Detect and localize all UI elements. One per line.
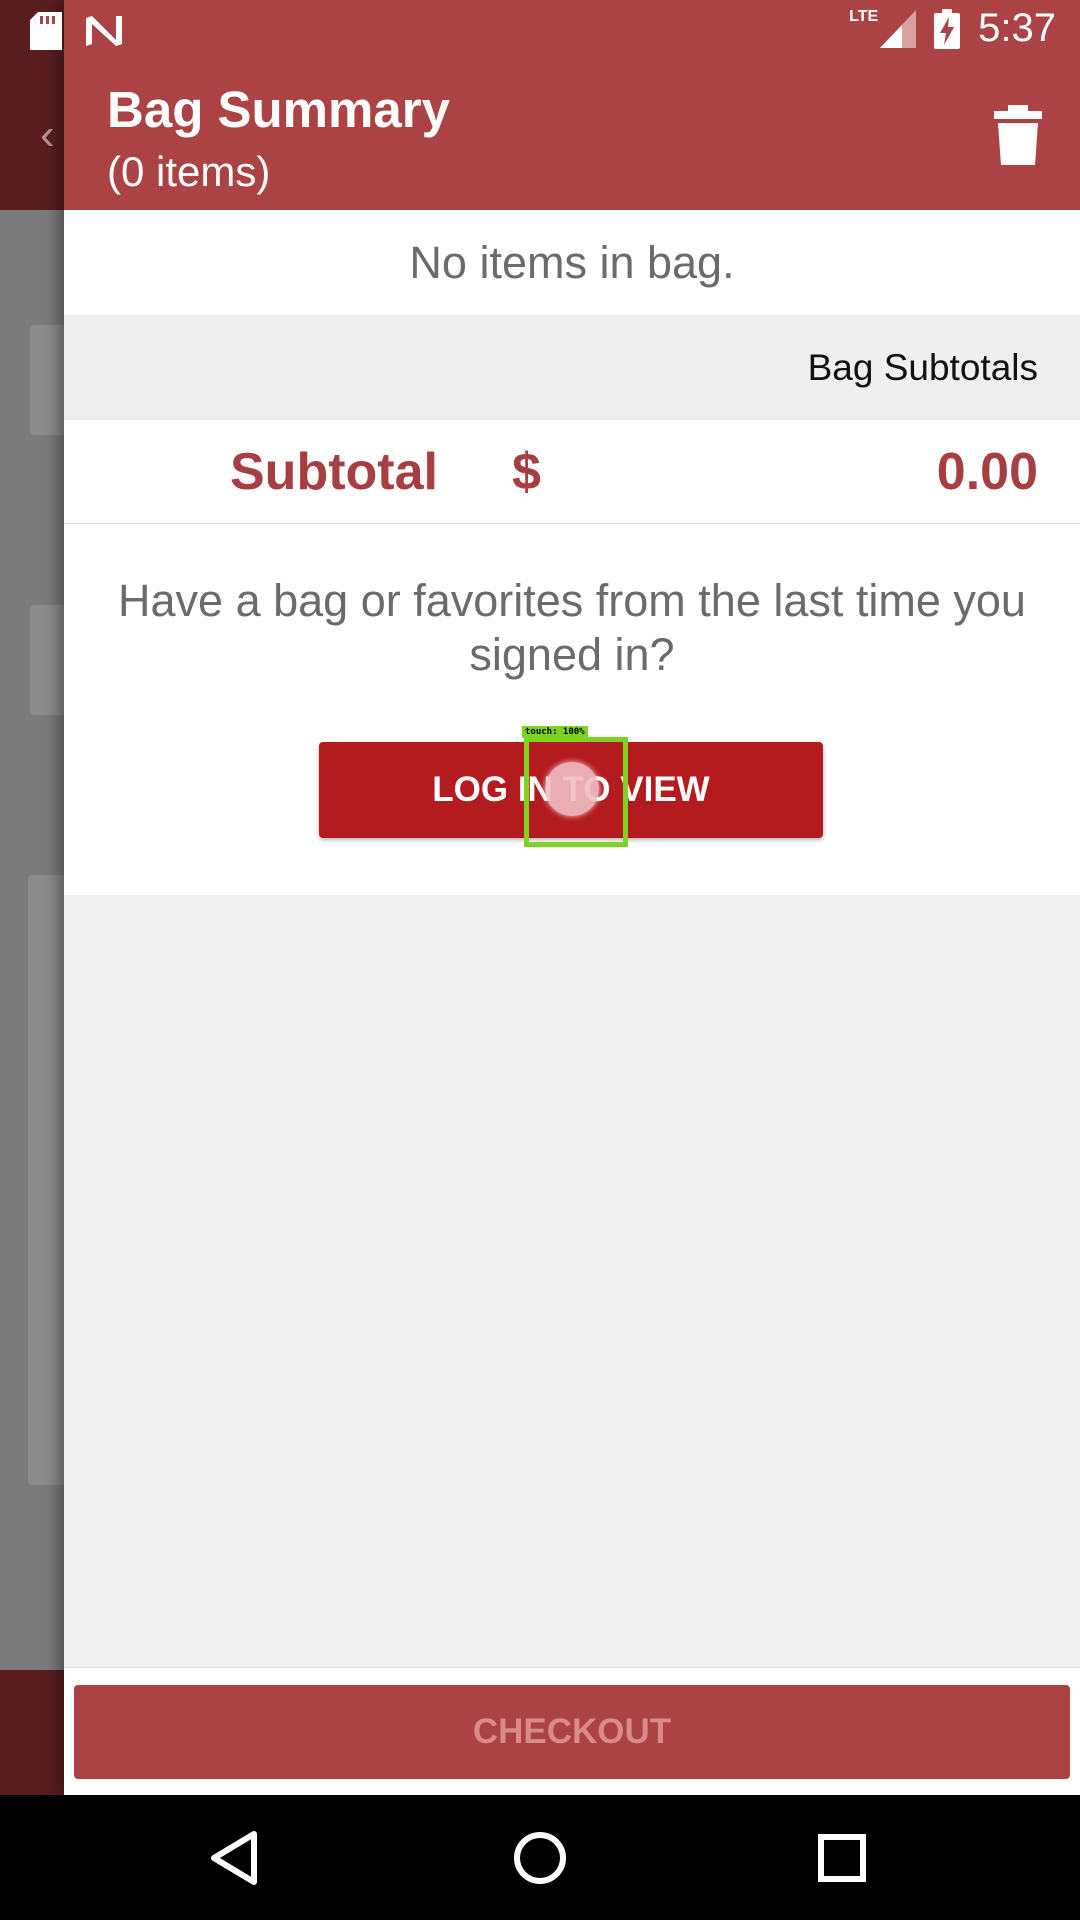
home-icon xyxy=(514,1832,566,1884)
clear-bag-button[interactable] xyxy=(990,105,1046,165)
status-bar: LTE 5:37 xyxy=(0,0,1080,63)
empty-bag-message: No items in bag. xyxy=(64,210,1080,315)
touch-target-box xyxy=(524,737,628,847)
drawer-empty-area xyxy=(64,895,1080,1667)
item-count: (0 items) xyxy=(107,148,271,195)
recents-icon xyxy=(818,1834,866,1882)
n-logo-icon xyxy=(86,16,122,46)
battery-charging-icon xyxy=(934,8,961,49)
recents-button[interactable] xyxy=(812,1828,872,1888)
back-icon xyxy=(211,1831,257,1885)
subtotal-row: Subtotal $ 0.00 xyxy=(64,420,1080,524)
subtotals-header-label: Bag Subtotals xyxy=(807,347,1038,388)
home-button[interactable] xyxy=(510,1828,570,1888)
checkout-bar: CHECKOUT xyxy=(64,1667,1080,1796)
login-prompt: Have a bag or favorites from the last ti… xyxy=(118,575,1026,680)
status-time: 5:37 xyxy=(978,6,1056,50)
navigation-bar xyxy=(0,1795,1080,1920)
subtotal-label: Subtotal xyxy=(230,443,438,501)
sd-card-icon xyxy=(30,12,62,50)
bag-summary-drawer: Bag Summary (0 items) No items in bag. B… xyxy=(64,0,1080,1796)
checkout-button[interactable]: CHECKOUT xyxy=(74,1685,1070,1779)
trash-icon xyxy=(994,105,1042,165)
back-button[interactable] xyxy=(206,1828,266,1888)
page-title: Bag Summary xyxy=(107,81,450,138)
screen: ‹ LTE 5:37 Bag Summary (0 items) No item… xyxy=(0,0,1080,1920)
background-card xyxy=(28,875,68,1485)
background-back-arrow-icon: ‹ xyxy=(40,110,55,159)
subtotal-value: 0.00 xyxy=(936,443,1038,501)
subtotals-section-header: Bag Subtotals xyxy=(64,315,1080,420)
signal-icon xyxy=(880,9,917,48)
network-type-label: LTE xyxy=(849,7,879,25)
touch-label: touch: 100% xyxy=(522,726,588,738)
subtotal-currency: $ xyxy=(512,443,541,501)
